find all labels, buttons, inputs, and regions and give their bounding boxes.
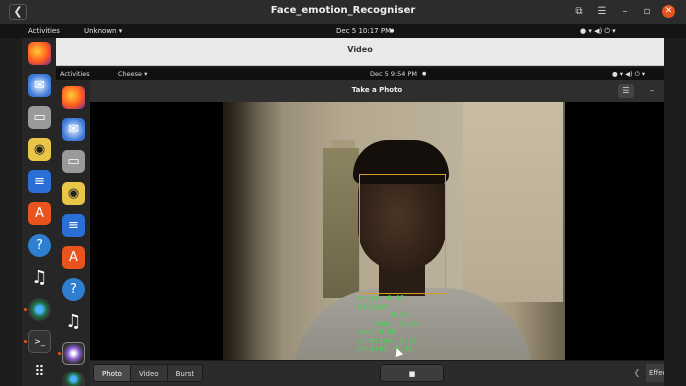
- mode-tabs: Photo Video Burst: [93, 364, 204, 382]
- inner-system-status-icons[interactable]: ● ▾ ◀) ⏻ ▾: [612, 70, 645, 79]
- inner-notification-dot-icon: ●: [422, 71, 427, 77]
- writer-icon[interactable]: ≡: [62, 214, 85, 237]
- cheese-bottom-bar: Photo Video Burst ■ ❮ Effects: [90, 360, 664, 386]
- inner-top-panel: Activities Cheese ▾ Dec 5 9:54 PM ● ● ▾ …: [56, 68, 664, 80]
- app-menu[interactable]: Unknown ▾: [84, 27, 122, 35]
- software-icon[interactable]: A: [62, 246, 85, 269]
- files-icon[interactable]: ▭: [28, 106, 51, 129]
- outer-top-panel: Activities Unknown ▾ Dec 5 10:17 PM ● ● …: [0, 24, 686, 38]
- outer-dock: ✉ ▭ ◉ ≡ A ? ♫ >_ ⠿: [22, 38, 56, 386]
- help-icon[interactable]: ?: [62, 278, 85, 301]
- rhythmbox-icon[interactable]: ◉: [62, 182, 85, 205]
- maximize-icon[interactable]: ▫: [639, 5, 655, 19]
- notification-dot-icon: ●: [390, 28, 395, 34]
- clock[interactable]: Dec 5 10:17 PM: [336, 27, 391, 35]
- tab-burst[interactable]: Burst: [167, 365, 203, 381]
- tab-video[interactable]: Video: [130, 365, 168, 381]
- restore-icon[interactable]: ⧉: [571, 5, 587, 19]
- thunderbird-icon[interactable]: ✉: [62, 118, 85, 141]
- inner-app-menu[interactable]: Cheese ▾: [118, 70, 147, 78]
- camera-feed: angry: 0.15 disgust: 0.08 fear: 0.20 sad…: [223, 102, 565, 360]
- inner-dock: ✉ ▭ ◉ ≡ A ? ♫: [56, 80, 90, 386]
- minimize-icon[interactable]: –: [617, 5, 633, 19]
- music-icon[interactable]: ♫: [28, 266, 51, 289]
- writer-icon[interactable]: ≡: [28, 170, 51, 193]
- running-indicator: [24, 308, 27, 311]
- minimize-icon[interactable]: –: [646, 84, 658, 98]
- running-indicator: [24, 340, 27, 343]
- music-icon[interactable]: ♫: [62, 310, 85, 333]
- activities-button[interactable]: Activities: [28, 27, 60, 35]
- outer-titlebar: ❮ Face_emotion_Recogniser ⧉ ☰ – ▫ ✕: [0, 0, 686, 24]
- menu-icon[interactable]: ☰: [594, 5, 610, 19]
- video-window-title: Video: [347, 45, 373, 54]
- system-status-icons[interactable]: ● ▾ ◀) ⏻ ▾: [580, 27, 616, 36]
- tab-photo[interactable]: Photo: [94, 365, 131, 381]
- firefox-icon[interactable]: [62, 86, 85, 109]
- close-button[interactable]: ✕: [662, 5, 675, 18]
- files-icon[interactable]: ▭: [62, 150, 85, 173]
- cheese-window-title: Take a Photo: [351, 86, 403, 94]
- camera-icon: ■: [408, 370, 416, 378]
- rhythmbox-icon[interactable]: ◉: [28, 138, 51, 161]
- screen: ❮ Face_emotion_Recogniser ⧉ ☰ – ▫ ✕ Acti…: [0, 0, 686, 386]
- software-icon[interactable]: A: [28, 202, 51, 225]
- emotion-scores: angry: 0.15 disgust: 0.08 fear: 0.20 sad…: [358, 294, 418, 353]
- chromium-icon[interactable]: [28, 298, 51, 321]
- help-icon[interactable]: ?: [28, 234, 51, 257]
- face-detection-box: [359, 174, 446, 294]
- cheese-titlebar: Take a Photo ☰ –: [90, 80, 664, 102]
- prev-effects-icon[interactable]: ❮: [630, 364, 644, 382]
- camera-viewport: angry: 0.15 disgust: 0.08 fear: 0.20 sad…: [90, 102, 664, 360]
- running-indicator: [58, 352, 61, 355]
- capture-button[interactable]: ■: [380, 364, 444, 382]
- background-wall: [463, 102, 563, 302]
- apps-grid-icon[interactable]: ⠿: [28, 360, 51, 383]
- chromium-icon[interactable]: [62, 372, 85, 386]
- video-window-header: Video: [56, 38, 664, 66]
- firefox-icon[interactable]: [28, 42, 51, 65]
- wall-shadow: [223, 102, 283, 360]
- hamburger-menu-icon[interactable]: ☰: [618, 84, 634, 98]
- thunderbird-icon[interactable]: ✉: [28, 74, 51, 97]
- inner-activities-button[interactable]: Activities: [60, 70, 90, 78]
- inner-clock[interactable]: Dec 5 9:54 PM: [370, 70, 417, 78]
- effects-button[interactable]: Effects: [646, 364, 664, 382]
- terminal-icon[interactable]: >_: [28, 330, 51, 353]
- cheese-icon[interactable]: [62, 342, 85, 365]
